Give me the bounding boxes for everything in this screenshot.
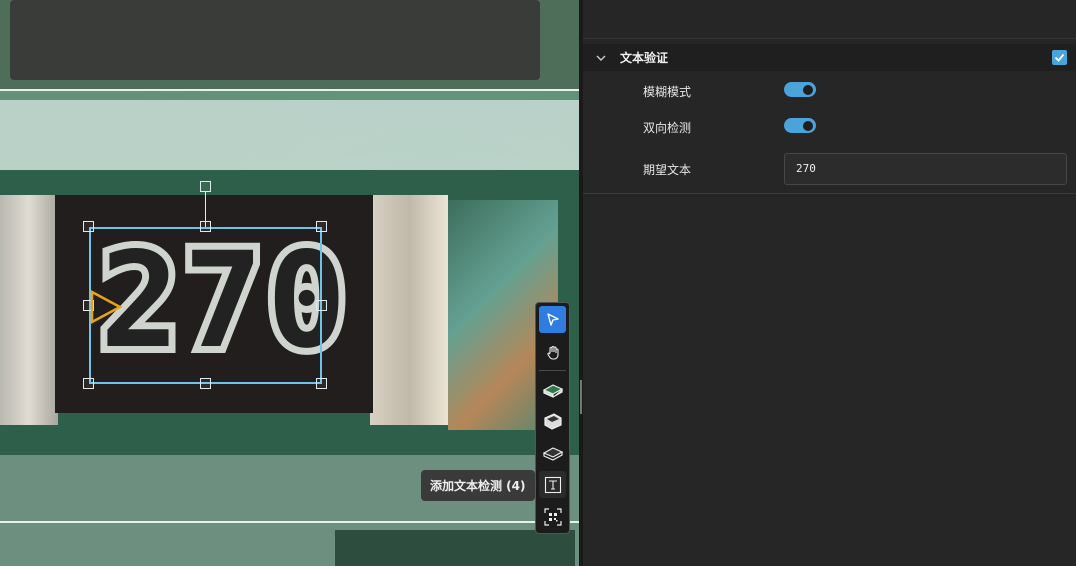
pan-tool-button[interactable]: [539, 339, 566, 366]
properties-panel: 文本验证 模糊模式 双向检测 期望文本 270: [583, 0, 1076, 566]
rotation-handle[interactable]: [200, 181, 211, 192]
image-canvas[interactable]: 270 添加文本检测 (4): [0, 0, 579, 566]
add-ic-button[interactable]: [539, 439, 566, 466]
add-text-detection-button[interactable]: [539, 471, 566, 498]
resize-handle-ne[interactable]: [316, 221, 327, 232]
component-top: [10, 0, 540, 80]
toggle-knob: [803, 120, 813, 131]
expected-text-label: 期望文本: [643, 163, 692, 177]
section-header-text-verification[interactable]: 文本验证: [583, 44, 1076, 71]
text-box-icon: [544, 476, 561, 493]
tool-palette: [535, 302, 570, 534]
ic-package-icon: [542, 446, 563, 461]
guide-line-bottom: [0, 521, 579, 523]
section-title: 文本验证: [620, 51, 669, 65]
splitter-grip[interactable]: [580, 380, 582, 414]
hand-icon: [546, 345, 559, 360]
expected-text-input[interactable]: 270: [784, 153, 1067, 185]
select-tool-button[interactable]: [539, 306, 566, 333]
direction-arrow-icon[interactable]: [90, 290, 124, 324]
fuzzy-mode-label: 模糊模式: [643, 85, 692, 99]
board-trace: [0, 100, 579, 170]
section-divider: [583, 193, 1076, 194]
chevron-down-icon[interactable]: [594, 51, 608, 65]
qr-code-icon: [543, 507, 562, 526]
resize-handle-s[interactable]: [200, 378, 211, 389]
chip-green-icon: [542, 383, 563, 398]
bidirectional-toggle[interactable]: [784, 118, 816, 133]
checkmark-icon: [1054, 53, 1065, 62]
bidirectional-label: 双向检测: [643, 121, 692, 135]
add-body-button[interactable]: [539, 407, 566, 434]
component-bottom: [335, 530, 575, 566]
toolbar-separator: [539, 370, 566, 371]
resize-handle-e[interactable]: [316, 300, 327, 311]
box-3d-icon: [543, 412, 562, 430]
toggle-knob: [803, 84, 813, 95]
panel-top-area: [583, 0, 1076, 39]
resize-handle-se[interactable]: [316, 378, 327, 389]
resize-handle-nw[interactable]: [83, 221, 94, 232]
guide-line-top: [0, 89, 579, 91]
cursor-arrow-icon: [546, 312, 559, 326]
tool-tooltip: 添加文本检测 (4): [421, 470, 540, 501]
fuzzy-mode-toggle[interactable]: [784, 82, 816, 97]
resistor-terminal-right: [370, 195, 448, 425]
add-component-button[interactable]: [539, 375, 566, 402]
resize-handle-n[interactable]: [200, 221, 211, 232]
section-enable-checkbox[interactable]: [1052, 50, 1067, 65]
resize-handle-sw[interactable]: [83, 378, 94, 389]
resistor-terminal-left: [0, 195, 58, 425]
add-code-detection-button[interactable]: [539, 503, 566, 530]
